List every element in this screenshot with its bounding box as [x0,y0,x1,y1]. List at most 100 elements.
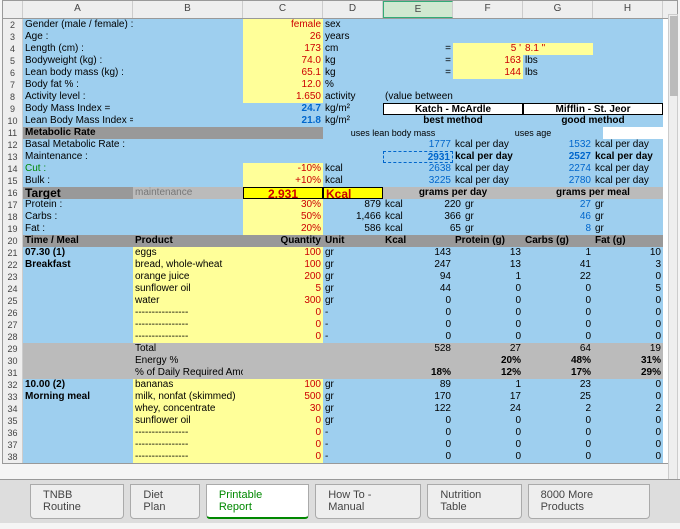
cell[interactable] [383,31,453,43]
cell[interactable]: 0 [453,415,523,427]
tab-how-to---manual[interactable]: How To - Manual [315,484,421,519]
row-num[interactable]: 38 [3,451,23,463]
col-g[interactable]: G [523,1,593,18]
cell[interactable]: kcal per day [593,175,663,187]
row-num[interactable]: 6 [3,67,23,79]
cell[interactable]: 143 [383,247,453,259]
row-num[interactable]: 30 [3,355,23,367]
cell[interactable]: 170 [383,391,453,403]
cell[interactable]: 0 [593,295,663,307]
cell[interactable]: - [323,439,383,451]
cell[interactable] [453,91,523,103]
cell[interactable]: 0 [523,319,593,331]
row-num[interactable]: 31 [3,367,23,379]
row-num[interactable]: 3 [3,31,23,43]
cell[interactable]: 500 [243,391,323,403]
cell[interactable]: 44 [383,283,453,295]
cell[interactable] [133,31,243,43]
cell[interactable]: kcal [323,175,383,187]
cell[interactable]: 65.1 [243,67,323,79]
cell[interactable]: - [323,451,383,463]
cell[interactable] [133,19,243,31]
cell[interactable]: 0 [383,415,453,427]
cell[interactable]: 1777 [383,139,453,151]
cell[interactable]: 23 [523,379,593,391]
cell[interactable]: gr [323,295,383,307]
cell[interactable] [453,79,523,91]
cell[interactable] [593,79,663,91]
cell[interactable]: % of Daily Required Amount [133,367,243,379]
cell[interactable] [23,331,133,343]
cell[interactable]: orange juice [133,271,243,283]
cell[interactable] [453,31,523,43]
cell[interactable]: Carbs (g) [523,235,593,247]
row-num[interactable]: 32 [3,379,23,391]
cell[interactable]: 20% [453,355,523,367]
row-num[interactable]: 26 [3,307,23,319]
cell[interactable]: kcal [383,199,413,211]
cell[interactable]: 2780 [523,175,593,187]
cell[interactable]: 2274 [523,163,593,175]
cell[interactable]: sunflower oil [133,283,243,295]
cell[interactable]: kcal per day [593,139,663,151]
row-num[interactable]: 34 [3,403,23,415]
cell[interactable] [593,91,663,103]
col-a[interactable]: A [23,1,133,18]
col-f[interactable]: F [453,1,523,18]
cell[interactable]: 173 [243,43,323,55]
cell[interactable]: 26 [243,31,323,43]
cell[interactable]: ---------------- [133,439,243,451]
cell[interactable]: female [243,19,323,31]
cell[interactable]: 0 [243,427,323,439]
cell[interactable] [133,79,243,91]
cell[interactable]: bananas [133,379,243,391]
row-num[interactable]: 21 [3,247,23,259]
cell[interactable]: 8.1 " [523,43,593,55]
cell[interactable] [133,223,243,235]
cell[interactable]: 27 [493,199,593,211]
cell[interactable]: ---------------- [133,427,243,439]
cell[interactable] [243,139,323,151]
cell[interactable]: cm [323,43,383,55]
row-num[interactable]: 12 [3,139,23,151]
row-num[interactable]: 37 [3,439,23,451]
cell[interactable]: 300 [243,295,323,307]
cell[interactable] [523,91,593,103]
cell[interactable]: 100 [243,379,323,391]
cell[interactable] [453,19,523,31]
row-num[interactable]: 29 [3,343,23,355]
cell[interactable]: 0 [243,331,323,343]
cell[interactable]: 366 [413,211,463,223]
tab-8000-more-products[interactable]: 8000 More Products [528,484,650,519]
cell[interactable]: 22 [523,271,593,283]
cell[interactable]: kg [323,55,383,67]
cell[interactable] [593,67,663,79]
cell[interactable]: 0 [453,283,523,295]
cell[interactable] [593,55,663,67]
cell[interactable] [23,295,133,307]
cell[interactable]: 0 [523,307,593,319]
col-d[interactable]: D [323,1,383,18]
cell[interactable]: 1 [453,379,523,391]
cell[interactable]: 0 [383,427,453,439]
cell[interactable]: 0 [593,451,663,463]
cell[interactable]: 1.650 [243,91,323,103]
scroll-thumb[interactable] [670,16,678,96]
row-num[interactable]: 7 [3,79,23,91]
cell[interactable]: kcal [383,211,413,223]
cell[interactable]: 30 [243,403,323,415]
row-num[interactable]: 4 [3,43,23,55]
cell[interactable]: 0 [593,319,663,331]
cell[interactable]: grams per meal [523,187,663,199]
cell[interactable] [243,151,323,163]
vertical-scrollbar[interactable] [668,14,678,484]
row-num[interactable]: 24 [3,283,23,295]
cell[interactable]: 5 [243,283,323,295]
cell[interactable]: 0 [593,415,663,427]
cell[interactable]: 0 [383,331,453,343]
cell[interactable] [523,31,593,43]
cell[interactable] [323,355,383,367]
cell[interactable]: 0 [593,391,663,403]
cell[interactable]: 0 [453,319,523,331]
cell[interactable]: Energy % [133,355,243,367]
